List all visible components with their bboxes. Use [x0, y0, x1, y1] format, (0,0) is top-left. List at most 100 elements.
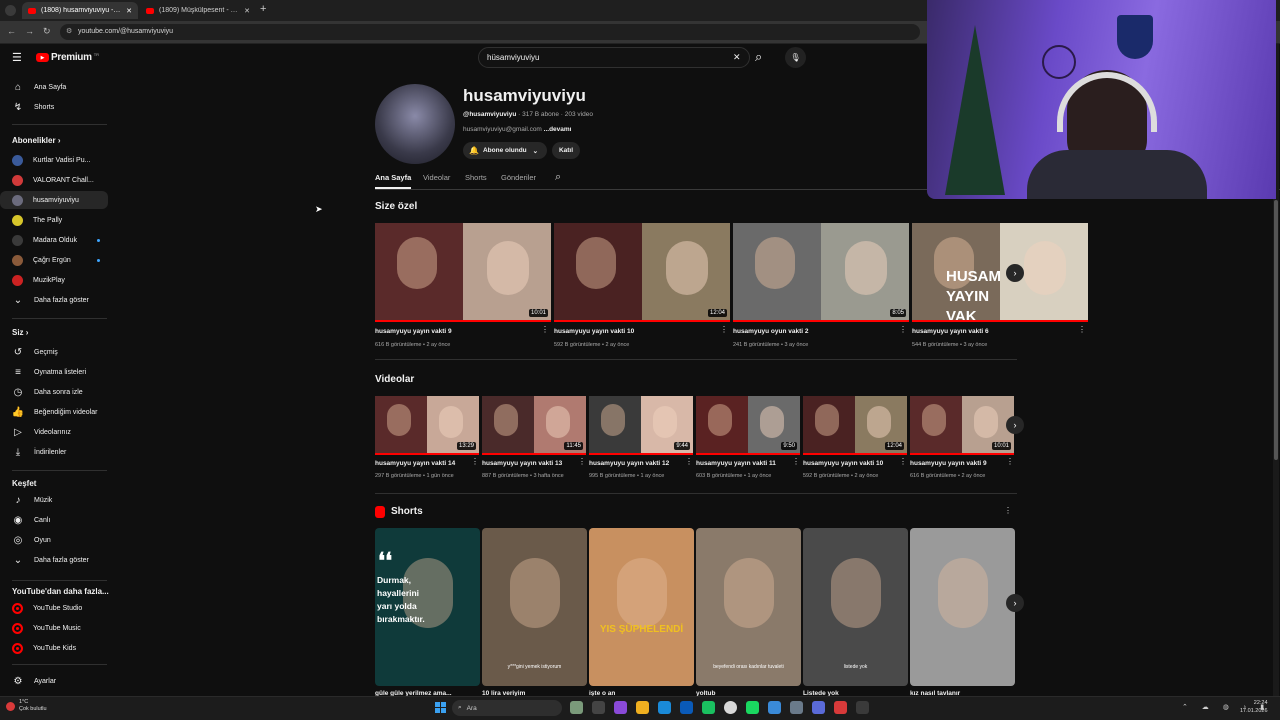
taskbar-game-icon[interactable] — [834, 701, 847, 714]
short-card[interactable]: ❛❛ Durmak, hayallerini yarı yolda bırakma… — [375, 528, 480, 696]
video-card[interactable]: 10:01 husamyuyu yayın vakti 9 ⋮ 616 B görün… — [910, 396, 1014, 484]
sidebar-item-shorts[interactable]: ↯ Shorts — [0, 98, 108, 116]
video-menu-icon[interactable]: ⋮ — [578, 457, 586, 466]
sidebar-item-subscription[interactable]: husamviyuviyu — [0, 191, 108, 209]
sidebar-item-youtube-app[interactable]: YouTube Studio — [0, 599, 108, 617]
video-title[interactable]: husamyuyu yayın vakti 9 — [375, 328, 535, 335]
tab-menu-button[interactable] — [5, 5, 16, 16]
taskbar-widget-icon[interactable] — [570, 701, 583, 714]
sidebar-item-like[interactable]: 👍 Beğendiğim videolar — [0, 403, 108, 421]
video-thumbnail[interactable]: 10:01 — [375, 223, 551, 322]
sidebar-item-downloads[interactable]: ⤓ İndirilenler — [0, 443, 108, 461]
video-menu-icon[interactable]: ⋮ — [471, 457, 479, 466]
sidebar-item-subscription[interactable]: Çağrı Ergün — [0, 251, 108, 269]
video-card[interactable]: 8:05 husamyuyu oyun vakti 2 ⋮ 241 B görüntü… — [733, 223, 909, 349]
search-input[interactable]: hüsamviyuviyu — [478, 47, 750, 68]
taskbar-settings-icon[interactable] — [790, 701, 803, 714]
taskbar-spotify-icon[interactable] — [746, 701, 759, 714]
sidebar-item-home[interactable]: ⌂ Ana Sayfa — [0, 78, 108, 96]
sidebar-item-subscription[interactable]: ⌄ Daha fazla göster — [0, 291, 108, 309]
sidebar-item-watch-later[interactable]: ◷ Daha sonra izle — [0, 383, 108, 401]
weather-widget[interactable]: 1°C Çok bulutlu — [6, 699, 47, 713]
channel-search-icon[interactable]: ⌕ — [555, 171, 561, 184]
videos-next-arrow-icon[interactable]: › — [1006, 416, 1024, 434]
shorts-next-arrow-icon[interactable]: › — [1006, 594, 1024, 612]
sidebar-item-subscription[interactable]: Madara Olduk — [0, 231, 108, 249]
video-title[interactable]: husamyuyu yayın vakti 11 — [696, 460, 788, 467]
video-menu-icon[interactable]: ⋮ — [899, 457, 907, 466]
channel-tab[interactable]: Videolar — [423, 173, 450, 182]
sidebar-item-subscription[interactable]: VALORANT Chall... — [0, 171, 108, 189]
taskbar-file-explorer-icon[interactable] — [592, 701, 605, 714]
video-card[interactable]: 12:04 husamyuyu yayın vakti 10 ⋮ 592 B görü… — [803, 396, 907, 484]
channel-tab[interactable]: Gönderiler — [501, 173, 536, 182]
short-card[interactable]: kız nasıl tavlanır — [910, 528, 1015, 696]
taskbar-copilot-icon[interactable] — [614, 701, 627, 714]
channel-tab[interactable]: Ana Sayfa — [375, 173, 411, 182]
short-thumbnail[interactable]: listede yok — [803, 528, 908, 686]
taskbar-store-icon[interactable] — [680, 701, 693, 714]
video-menu-icon[interactable]: ⋮ — [792, 457, 800, 466]
subscribed-button[interactable]: 🔔 Abone olundu ⌄ — [463, 142, 547, 159]
video-thumbnail[interactable]: 8:05 — [733, 223, 909, 322]
video-menu-icon[interactable]: ⋮ — [1078, 325, 1086, 334]
video-card[interactable]: 9:44 husamyuyu yayın vakti 12 ⋮ 995 B görün… — [589, 396, 693, 484]
you-heading[interactable]: Siz › — [12, 328, 28, 337]
short-thumbnail[interactable] — [910, 528, 1015, 686]
close-tab-icon[interactable]: ✕ — [244, 7, 250, 15]
sidebar-item-youtube-app[interactable]: YouTube Kids — [0, 639, 108, 657]
video-menu-icon[interactable]: ⋮ — [541, 325, 549, 334]
video-thumbnail[interactable]: 13:29 — [375, 396, 479, 455]
sidebar-item-live[interactable]: ◉ Canlı — [0, 511, 108, 529]
short-thumbnail[interactable]: beyefendi orası kadınlar tuvaleti — [696, 528, 801, 686]
video-card[interactable]: 12:04 husamyuyu yayın vakti 10 ⋮ 592 B görü… — [554, 223, 730, 349]
scrollbar-thumb[interactable] — [1274, 200, 1278, 460]
sidebar-item-subscription[interactable]: The Pally — [0, 211, 108, 229]
video-card[interactable]: 13:29 husamyuyu yayın vakti 14 ⋮ 297 B görü… — [375, 396, 479, 484]
sidebar-item-history[interactable]: ↺ Geçmiş — [0, 343, 108, 361]
sidebar-item-your-videos[interactable]: ▷ Videolarınız — [0, 423, 108, 441]
video-title[interactable]: husamyuyu yayın vakti 13 — [482, 460, 574, 467]
sidebar-item-subscription[interactable]: Kurtlar Vadisi Pu... — [0, 151, 108, 169]
video-title[interactable]: husamyuyu yayın vakti 14 — [375, 460, 467, 467]
back-icon[interactable]: ← — [7, 26, 16, 36]
sidebar-item-chevron-down[interactable]: ⌄ Daha fazla göster — [0, 551, 108, 569]
taskbar-chrome-icon[interactable] — [724, 701, 737, 714]
search-icon[interactable]: ⌕ — [755, 49, 762, 65]
clear-search-icon[interactable]: ✕ — [733, 52, 741, 63]
sidebar-item-settings[interactable]: ⚙ Ayarlar — [0, 672, 108, 690]
sidebar-item-music[interactable]: ♪ Müzik — [0, 491, 108, 509]
taskbar-obs-icon[interactable] — [768, 701, 781, 714]
video-card[interactable]: 9:50 husamyuyu yayın vakti 11 ⋮ 603 B görün… — [696, 396, 800, 484]
taskbar-discord-icon[interactable] — [812, 701, 825, 714]
video-menu-icon[interactable]: ⋮ — [1006, 457, 1014, 466]
join-button[interactable]: Katıl — [552, 142, 580, 159]
browser-tab[interactable]: (1809) Müşkülpesent - YouTube ✕ — [140, 2, 256, 19]
video-title[interactable]: husamyuyu yayın vakti 12 — [589, 460, 681, 467]
video-card[interactable]: 10:01 husamyuyu yayın vakti 9 ⋮ 616 B görün… — [375, 223, 551, 349]
taskbar-folder-icon[interactable] — [636, 701, 649, 714]
site-info-icon[interactable]: ⚙ — [66, 27, 72, 35]
sidebar-item-gaming[interactable]: ◎ Oyun — [0, 531, 108, 549]
video-title[interactable]: husamyuyu yayın vakti 9 — [910, 460, 1002, 467]
short-card[interactable]: listede yok Listede yok — [803, 528, 908, 696]
video-title[interactable]: husamyuyu yayın vakti 10 — [803, 460, 895, 467]
voice-search-button[interactable]: 🎙 — [785, 47, 806, 68]
video-thumbnail[interactable]: 9:50 — [696, 396, 800, 455]
channel-more-link[interactable]: ...devamı — [544, 126, 572, 133]
video-thumbnail[interactable]: HUSAM YAYIN VAK — [912, 223, 1088, 322]
taskbar-whatsapp-icon[interactable] — [702, 701, 715, 714]
taskbar-search[interactable]: ⌕ Ara — [452, 700, 562, 716]
taskbar-edge-icon[interactable] — [658, 701, 671, 714]
video-thumbnail[interactable]: 10:01 — [910, 396, 1014, 455]
short-card[interactable]: beyefendi orası kadınlar tuvaleti yoltub — [696, 528, 801, 696]
video-thumbnail[interactable]: 12:04 — [803, 396, 907, 455]
video-title[interactable]: husamyuyu oyun vakti 2 — [733, 328, 893, 335]
video-title[interactable]: husamyuyu yayın vakti 6 — [912, 328, 1072, 335]
sidebar-item-youtube-app[interactable]: YouTube Music — [0, 619, 108, 637]
taskbar-app-icon[interactable] — [856, 701, 869, 714]
video-menu-icon[interactable]: ⋮ — [720, 325, 728, 334]
video-card[interactable]: 11:45 husamyuyu yayın vakti 13 ⋮ 887 B görü… — [482, 396, 586, 484]
video-menu-icon[interactable]: ⋮ — [685, 457, 693, 466]
address-bar[interactable]: youtube.com/@husamviyuviyu — [60, 24, 920, 40]
